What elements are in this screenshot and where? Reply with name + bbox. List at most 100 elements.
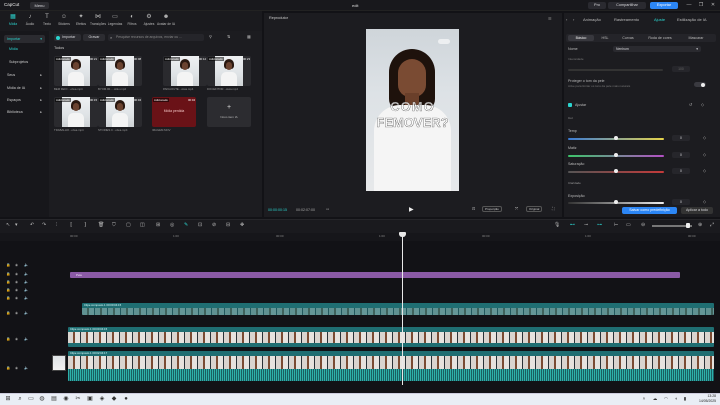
rotate-icon[interactable]: ◫: [140, 222, 145, 228]
mic-icon[interactable]: 🎙: [554, 222, 560, 228]
subtab-bsico[interactable]: Básico: [568, 35, 594, 41]
player-menu-icon[interactable]: ☰: [548, 16, 552, 21]
quality-dropdown[interactable]: Original: [526, 206, 543, 212]
keyframe-icon[interactable]: ◇: [703, 168, 706, 173]
chroma-icon[interactable]: ⊟: [226, 222, 230, 228]
intensity-value[interactable]: 100: [672, 66, 690, 72]
capcut-icon[interactable]: ✂: [74, 395, 82, 403]
exposicao-value[interactable]: 0: [672, 199, 690, 205]
audio-icon[interactable]: 🔈: [24, 337, 28, 341]
edge-icon[interactable]: ◍: [38, 395, 46, 403]
clock[interactable]: 13:28 14/05/2025: [688, 394, 716, 404]
chevron-up-icon[interactable]: ˄: [640, 395, 648, 403]
split-icon[interactable]: ⫶: [56, 222, 57, 228]
play-icon[interactable]: ▶: [409, 206, 414, 213]
keyframe-icon[interactable]: ◇: [701, 102, 704, 107]
tool-dropdown-icon[interactable]: ▾: [15, 222, 18, 228]
close-icon[interactable]: ✕: [708, 1, 718, 10]
chrome-icon[interactable]: ◉: [62, 395, 70, 403]
app-icon[interactable]: ◈: [98, 395, 106, 403]
lock-icon[interactable]: 🔒: [6, 280, 10, 284]
visibility-icon[interactable]: ◉: [15, 296, 18, 300]
compound-clip-d[interactable]: Clipe composto 1 00:02:04:17: [68, 351, 714, 381]
speed-icon[interactable]: ◎: [170, 222, 174, 228]
battery-icon[interactable]: ▮: [681, 395, 689, 403]
zoom-in-icon[interactable]: ⊕: [698, 222, 702, 228]
sort-icon[interactable]: ⇅: [227, 34, 231, 39]
wifi-icon[interactable]: ◠: [662, 395, 670, 403]
app-icon[interactable]: ◆: [110, 395, 118, 403]
sidebar-item-biblioteca[interactable]: Biblioteca ▸: [4, 108, 45, 116]
visibility-icon[interactable]: ◉: [15, 272, 18, 276]
task-view-icon[interactable]: ▭: [27, 395, 35, 403]
speaker-icon[interactable]: ◖: [672, 395, 680, 403]
share-button[interactable]: Compartilhar: [608, 2, 646, 9]
playhead-handle[interactable]: [399, 232, 406, 237]
explorer-icon[interactable]: ▤: [50, 395, 58, 403]
lock-icon[interactable]: 🔒: [6, 366, 10, 370]
media-thumbnail[interactable]: Adicionado 00:08: [98, 56, 142, 86]
media-thumbnail[interactable]: Adicionado 00:15: [54, 97, 98, 127]
panel-expand-icon[interactable]: ›: [573, 17, 574, 22]
grid-view-icon[interactable]: ▦: [247, 34, 251, 39]
visibility-icon[interactable]: ◉: [15, 311, 18, 315]
ratio-dropdown[interactable]: Proporção: [482, 206, 502, 212]
panel-collapse-icon[interactable]: ‹: [566, 17, 567, 22]
keyframe-icon[interactable]: ◇: [703, 135, 706, 140]
audio-icon[interactable]: 🔈: [24, 272, 28, 276]
delete-icon[interactable]: 🗑: [98, 222, 104, 228]
cloud-icon[interactable]: ☁: [651, 395, 659, 403]
project-name[interactable]: edit: [352, 3, 358, 8]
timecode-icon[interactable]: ▭: [326, 207, 329, 211]
visibility-icon[interactable]: ◉: [15, 280, 18, 284]
protect-skin-toggle[interactable]: [694, 82, 706, 87]
name-dropdown[interactable]: Nenhum ▾: [613, 46, 701, 52]
save-preset-button[interactable]: Salvar como predefinição: [622, 207, 677, 214]
ai-tool-icon[interactable]: ✎: [184, 222, 188, 228]
shield-icon[interactable]: ⛉: [112, 222, 116, 228]
tab-animao[interactable]: Animação: [583, 17, 601, 22]
matiz-value[interactable]: 0: [672, 152, 690, 158]
filter-icon[interactable]: ⚲: [209, 34, 212, 39]
sidebar-item-seus[interactable]: Seus ▸: [4, 71, 45, 79]
undo-icon[interactable]: ↶: [30, 222, 34, 228]
menu-button[interactable]: Menu: [30, 2, 49, 9]
subtab-mascarar[interactable]: Mascarar: [680, 35, 712, 41]
fullscreen-icon[interactable]: ⛶: [552, 206, 555, 211]
magnet-icon[interactable]: ⊷: [570, 222, 575, 228]
search-icon[interactable]: ⌕: [16, 395, 24, 403]
add-new-tile[interactable]: + Novo item IA: [207, 97, 251, 127]
sidebar-item-subprojetos[interactable]: Subprojetos: [4, 58, 45, 66]
keyframe-icon[interactable]: ◇: [703, 199, 706, 204]
preview-axis-icon[interactable]: ⊶: [597, 222, 602, 228]
matiz-slider-knob[interactable]: [614, 153, 618, 157]
apply-all-button[interactable]: Aplicar a todo: [681, 207, 713, 214]
sidebar-item-espacos[interactable]: Espaços ▸: [4, 96, 45, 104]
visibility-icon[interactable]: ◉: [15, 337, 18, 341]
temp-slider-knob[interactable]: [614, 136, 618, 140]
saturacao-value[interactable]: 0: [672, 168, 690, 174]
media-thumbnail[interactable]: Adicionado 00:04: [98, 97, 142, 127]
lock-icon[interactable]: 🔒: [6, 337, 10, 341]
lock-icon[interactable]: 🔒: [6, 263, 10, 267]
media-thumbnail[interactable]: Adicionado 00:21: [54, 56, 98, 86]
exposicao-slider-knob[interactable]: [614, 200, 618, 204]
audio-icon[interactable]: 🔈: [24, 366, 28, 370]
audio-icon[interactable]: 🔈: [24, 263, 28, 267]
media-thumbnail[interactable]: Adicionado 00:23: [207, 56, 251, 86]
playhead[interactable]: [402, 233, 403, 385]
tab-rastreamento[interactable]: Rastreamento: [614, 17, 639, 22]
adjustment-clip[interactable]: Pele: [70, 272, 680, 278]
captions-icon[interactable]: ▭: [626, 222, 631, 228]
zoom-fit-icon[interactable]: ⤢: [710, 222, 714, 228]
temp-value[interactable]: 0: [672, 135, 690, 141]
minimize-icon[interactable]: —: [684, 1, 694, 10]
maximize-icon[interactable]: ❐: [696, 1, 706, 10]
mirror-icon[interactable]: ▢: [126, 222, 131, 228]
store-icon[interactable]: ▣: [86, 395, 94, 403]
sidebar-item-midia-ia[interactable]: Mídia de IA ▸: [4, 84, 45, 92]
audio-icon[interactable]: 🔈: [24, 311, 28, 315]
color-match-icon[interactable]: ✥: [240, 222, 244, 228]
link-icon[interactable]: ⊸: [584, 222, 588, 228]
compound-clip-b[interactable]: Clipe composto 1 00:00:04:15: [82, 303, 714, 315]
